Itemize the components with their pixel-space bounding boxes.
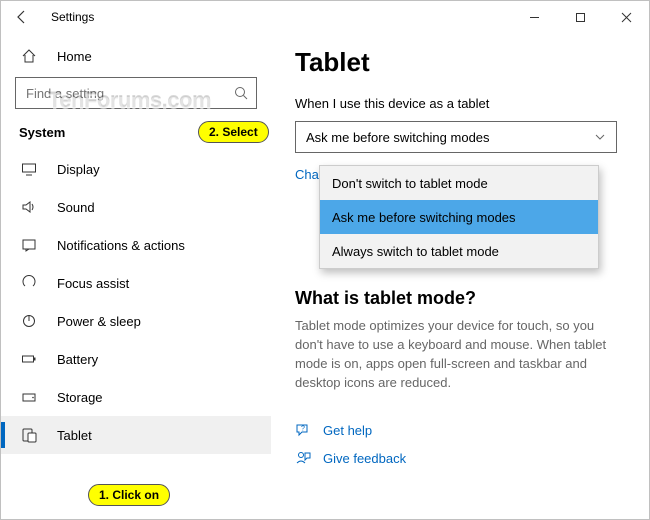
sidebar-item-label: Power & sleep [57,314,141,329]
sidebar-item-label: Home [57,49,92,64]
sidebar-item-label: Focus assist [57,276,129,291]
sidebar-home[interactable]: Home [1,37,271,75]
sidebar-item-display[interactable]: Display [1,150,271,188]
annotation-callout-1: 1. Click on [88,484,170,506]
sidebar-item-focus-assist[interactable]: Focus assist [1,264,271,302]
tablet-mode-select[interactable]: Ask me before switching modes [295,121,617,153]
get-help-link[interactable]: ? Get help [295,422,627,438]
sidebar-item-label: Notifications & actions [57,238,185,253]
sidebar-item-label: Storage [57,390,103,405]
sound-icon [19,199,39,215]
select-value: Ask me before switching modes [306,130,490,145]
window-controls [511,1,649,33]
get-help-label: Get help [323,423,372,438]
feedback-icon [295,450,311,466]
dropdown-option-dont-switch[interactable]: Don't switch to tablet mode [320,166,598,200]
tablet-icon [19,427,39,443]
sidebar-item-tablet[interactable]: Tablet [1,416,271,454]
sidebar-item-label: Tablet [57,428,92,443]
what-is-tablet-mode-title: What is tablet mode? [295,288,627,309]
search-input[interactable] [24,85,234,102]
notifications-icon [19,237,39,253]
page-title: Tablet [295,47,627,78]
give-feedback-label: Give feedback [323,451,406,466]
home-icon [19,48,39,64]
annotation-callout-2: 2. Select [198,121,269,143]
window-title: Settings [51,10,94,24]
sidebar-item-storage[interactable]: Storage [1,378,271,416]
sidebar-item-power-sleep[interactable]: Power & sleep [1,302,271,340]
storage-icon [19,389,39,405]
minimize-button[interactable] [511,1,557,33]
chevron-down-icon [594,131,606,143]
search-icon [234,86,248,100]
sidebar-item-label: Display [57,162,100,177]
maximize-button[interactable] [557,1,603,33]
sidebar-item-sound[interactable]: Sound [1,188,271,226]
battery-icon [19,351,39,367]
sidebar: Home System Display [1,33,271,519]
svg-text:?: ? [301,426,305,433]
search-box[interactable] [15,77,257,109]
content-area: Tablet When I use this device as a table… [271,33,649,519]
tablet-mode-dropdown: Don't switch to tablet mode Ask me befor… [319,165,599,269]
close-button[interactable] [603,1,649,33]
settings-window: Settings Home [0,0,650,520]
sidebar-item-label: Sound [57,200,95,215]
help-icon: ? [295,422,311,438]
power-icon [19,313,39,329]
give-feedback-link[interactable]: Give feedback [295,450,627,466]
sidebar-item-battery[interactable]: Battery [1,340,271,378]
focus-assist-icon [19,275,39,291]
back-button[interactable] [7,1,37,33]
tablet-mode-description: Tablet mode optimizes your device for to… [295,317,615,392]
display-icon [19,161,39,177]
dropdown-option-always-switch[interactable]: Always switch to tablet mode [320,234,598,268]
sidebar-item-notifications[interactable]: Notifications & actions [1,226,271,264]
titlebar: Settings [1,1,649,33]
when-use-label: When I use this device as a tablet [295,96,627,111]
sidebar-item-label: Battery [57,352,98,367]
dropdown-option-ask-me[interactable]: Ask me before switching modes [320,200,598,234]
